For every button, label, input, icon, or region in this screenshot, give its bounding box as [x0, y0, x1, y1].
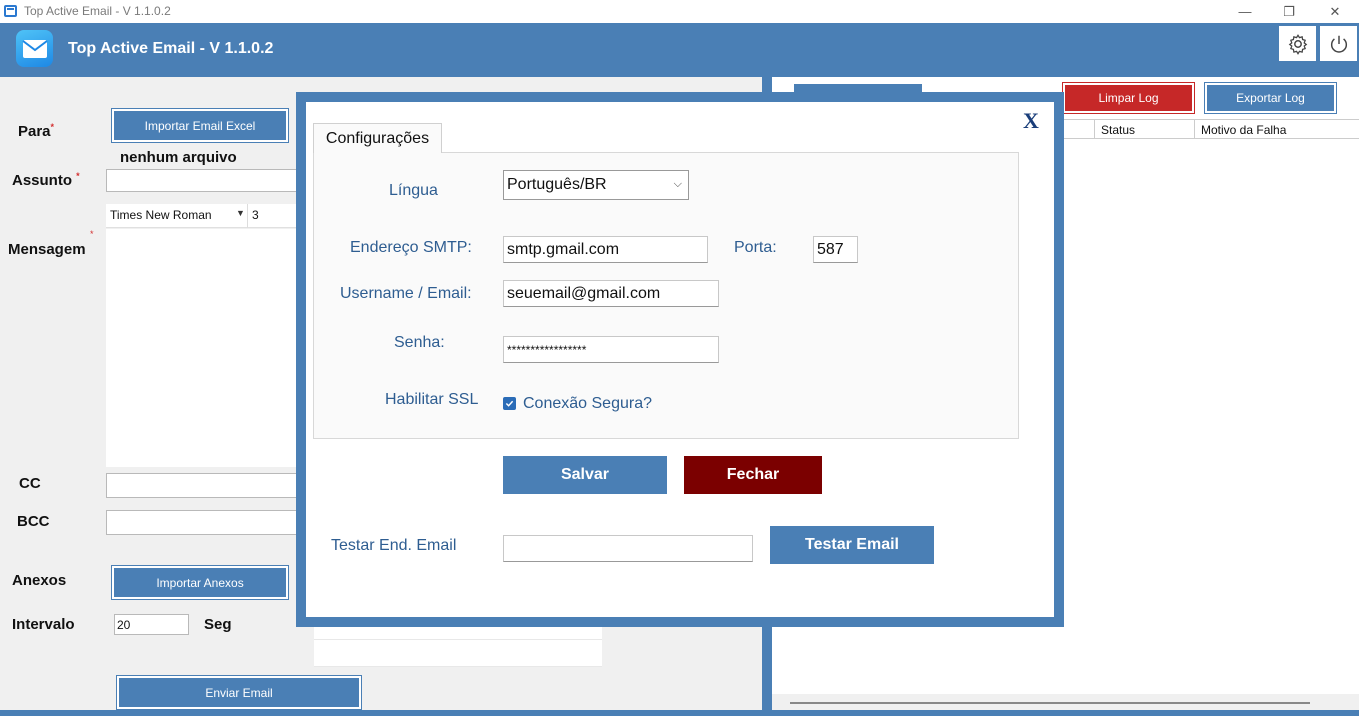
test-email-button[interactable]: Testar Email — [770, 526, 934, 564]
anexos-label: Anexos — [12, 572, 67, 589]
ssl-label: Habilitar SSL — [385, 391, 479, 408]
settings-dialog-body: X Configurações Língua Português/BR ⌵ En… — [306, 102, 1054, 617]
port-label: Porta: — [734, 239, 777, 256]
assunto-label: Assunto * — [12, 171, 80, 189]
language-label: Língua — [389, 182, 438, 199]
password-input[interactable]: ***************** — [503, 336, 719, 363]
window-titlebar: Top Active Email - V 1.1.0.2 — ❐ ✕ — [0, 0, 1359, 23]
seg-label: Seg — [204, 616, 232, 633]
minimize-button[interactable]: — — [1222, 0, 1268, 23]
font-dropdown-arrow-icon[interactable]: ▼ — [236, 208, 245, 218]
bottom-bar — [0, 710, 1359, 716]
font-size-select[interactable]: 3 — [252, 208, 259, 222]
app-title: Top Active Email - V 1.1.0.2 — [68, 40, 274, 57]
import-email-excel-button[interactable]: Importar Email Excel — [111, 108, 289, 143]
para-label: Para* — [18, 122, 55, 140]
send-email-button[interactable]: Enviar Email — [116, 675, 362, 710]
port-input[interactable]: 587 — [813, 236, 858, 263]
app-window-icon — [4, 5, 17, 17]
editor-toolbar: Times New Roman ▼ 3 — [106, 204, 306, 228]
email-logo-icon — [16, 30, 53, 67]
no-file-text: nenhum arquivo — [120, 149, 237, 166]
language-value: Português/BR — [507, 176, 607, 193]
settings-dialog: X Configurações Língua Português/BR ⌵ En… — [296, 92, 1064, 627]
checkmark-icon — [505, 400, 514, 407]
column-failure-reason[interactable]: Motivo da Falha — [1201, 123, 1286, 137]
import-attachments-button[interactable]: Importar Anexos — [111, 565, 289, 600]
scrollbar-thumb[interactable] — [790, 702, 1310, 704]
ssl-checkbox[interactable] — [503, 397, 516, 410]
mensagem-required-mark: * — [90, 229, 94, 239]
ssl-checkbox-label[interactable]: Conexão Segura? — [523, 395, 652, 413]
cc-input[interactable] — [106, 473, 306, 498]
mensagem-label: Mensagem — [8, 241, 86, 258]
bcc-input[interactable] — [106, 510, 306, 535]
password-label: Senha: — [394, 334, 445, 351]
cc-label: CC — [19, 475, 41, 492]
close-window-button[interactable]: ✕ — [1312, 0, 1358, 23]
test-email-input[interactable] — [503, 535, 753, 562]
attachments-list-row-line — [314, 639, 602, 640]
smtp-input[interactable]: smtp.gmail.com — [503, 236, 708, 263]
intervalo-input[interactable]: 20 — [114, 614, 189, 635]
column-divider — [1094, 120, 1095, 138]
assunto-input[interactable] — [106, 169, 306, 192]
font-name-select[interactable]: Times New Roman — [110, 208, 212, 222]
save-button[interactable]: Salvar — [503, 456, 667, 494]
export-log-button[interactable]: Exportar Log — [1204, 82, 1337, 114]
toolbar-divider — [247, 204, 248, 228]
username-input[interactable]: seuemail@gmail.com — [503, 280, 719, 307]
tab-configuracoes[interactable]: Configurações — [313, 123, 442, 153]
window-title: Top Active Email - V 1.1.0.2 — [24, 4, 171, 18]
column-divider — [1194, 120, 1195, 138]
column-status[interactable]: Status — [1101, 123, 1135, 137]
close-button[interactable]: Fechar — [684, 456, 822, 494]
intervalo-label: Intervalo — [12, 616, 75, 633]
power-icon — [1330, 35, 1347, 53]
username-label: Username / Email: — [340, 285, 472, 302]
app-header: Top Active Email - V 1.1.0.2 — [0, 23, 1359, 77]
attachments-list — [314, 627, 602, 667]
maximize-button[interactable]: ❐ — [1266, 0, 1312, 23]
bcc-label: BCC — [17, 513, 50, 530]
gear-icon — [1288, 33, 1307, 55]
dialog-close-x-button[interactable]: X — [1023, 108, 1039, 134]
settings-button[interactable] — [1279, 26, 1316, 61]
power-button[interactable] — [1320, 26, 1357, 61]
message-editor[interactable] — [106, 229, 306, 467]
language-select[interactable]: Português/BR ⌵ — [503, 170, 689, 200]
clear-log-button[interactable]: Limpar Log — [1062, 82, 1195, 114]
test-email-label: Testar End. Email — [331, 537, 457, 554]
chevron-down-icon: ⌵ — [673, 178, 682, 190]
smtp-label: Endereço SMTP: — [350, 239, 472, 256]
